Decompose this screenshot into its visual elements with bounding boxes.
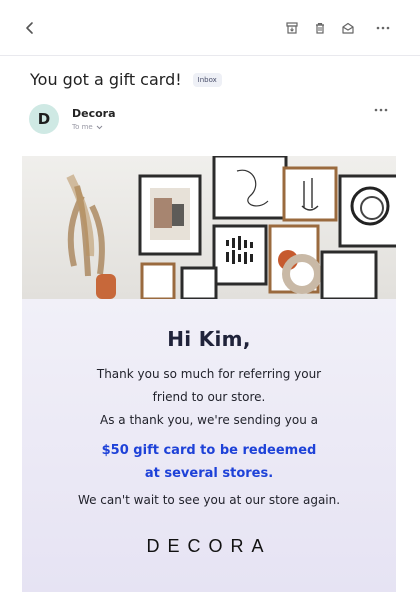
recipient-toggle[interactable]: To me (72, 123, 103, 131)
sender-more-icon[interactable] (371, 103, 391, 117)
thank-you-line-2: friend to our store. (152, 390, 266, 404)
recipient-label: To me (72, 123, 93, 131)
closing-line: We can't wait to see you at our store ag… (77, 493, 341, 507)
thank-you-line-1: Thank you so much for referring your (96, 367, 322, 381)
gift-card-line-1: $50 gift card to be redeemed (101, 443, 317, 458)
trash-icon[interactable] (308, 16, 332, 40)
hero-image (22, 156, 396, 301)
mail-open-icon[interactable] (336, 16, 360, 40)
archive-icon[interactable] (280, 16, 304, 40)
avatar: D (29, 104, 59, 134)
email-message-content: Hi Kim, Thank you so much for referring … (22, 299, 396, 592)
inbox-badge[interactable]: Inbox (192, 72, 222, 87)
top-toolbar (0, 0, 420, 56)
thank-you-line-3: As a thank you, we're sending you a (100, 413, 318, 427)
gift-card-line-2: at several stores. (144, 466, 274, 481)
email-subject: You got a gift card! (30, 70, 182, 89)
back-icon[interactable] (18, 16, 42, 40)
thank-you-message: Thank you so much for referring your fri… (22, 363, 396, 432)
more-icon[interactable] (371, 16, 395, 40)
sender-name: Decora (72, 107, 116, 120)
sender-row: D Decora To me (29, 104, 399, 134)
gift-card-highlight: $50 gift card to be redeemed at several … (22, 439, 396, 485)
decora-logo: DECORA (146, 536, 272, 556)
chevron-down-icon (96, 125, 103, 129)
subject-row: You got a gift card! Inbox (30, 70, 222, 89)
greeting: Hi Kim, (167, 327, 251, 351)
email-body-card: Hi Kim, Thank you so much for referring … (22, 156, 396, 592)
